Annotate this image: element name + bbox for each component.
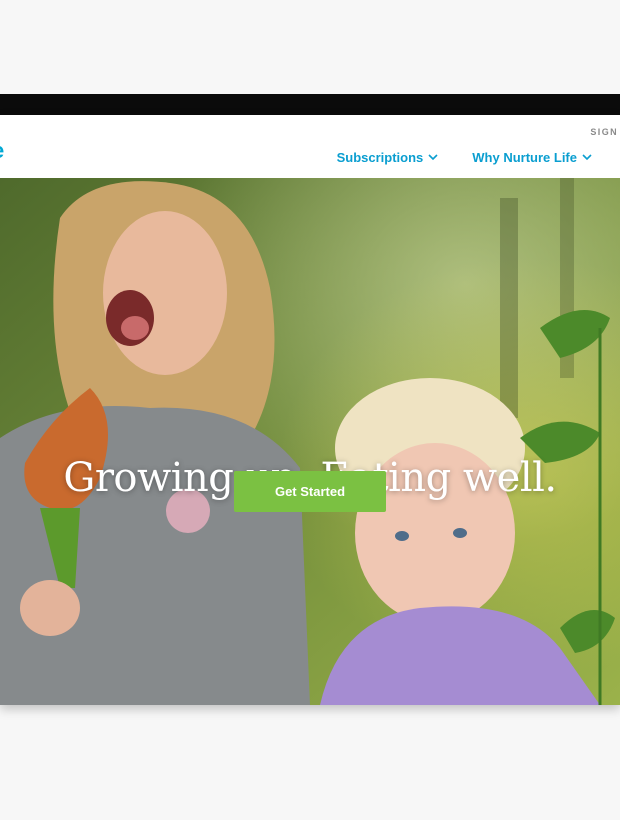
site-header: e SIGN Subscriptions Why Nurture Life	[0, 115, 620, 178]
hero-photo	[0, 178, 620, 705]
hero-section: Growing up. Eating well. Get Started	[0, 178, 620, 705]
site-logo[interactable]: e	[0, 140, 4, 162]
nav-why-nurture-life-label: Why Nurture Life	[472, 150, 577, 165]
sign-in-link[interactable]: SIGN	[590, 127, 618, 137]
nav-why-nurture-life[interactable]: Why Nurture Life	[472, 150, 592, 165]
chevron-down-icon	[582, 154, 592, 161]
get-started-button[interactable]: Get Started	[234, 471, 386, 512]
nav-subscriptions[interactable]: Subscriptions	[337, 150, 439, 165]
main-nav: Subscriptions Why Nurture Life	[337, 150, 592, 165]
device-bezel	[0, 94, 620, 115]
nav-subscriptions-label: Subscriptions	[336, 150, 424, 165]
browser-screen: e SIGN Subscriptions Why Nurture Life	[0, 115, 620, 705]
chevron-down-icon	[428, 154, 438, 161]
